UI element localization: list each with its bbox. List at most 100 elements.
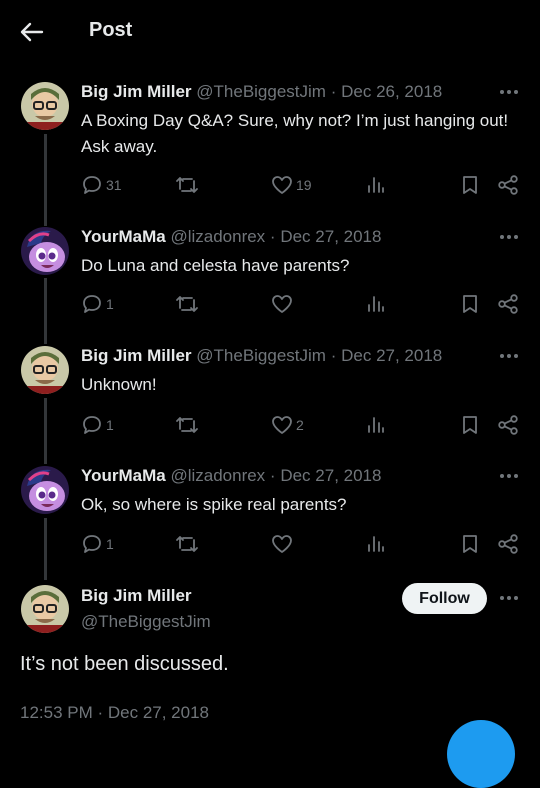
reply-icon	[83, 295, 101, 313]
like-button[interactable]: 2	[271, 413, 304, 437]
main-post-handle[interactable]: @TheBiggestJim	[81, 612, 211, 632]
avatar[interactable]	[21, 82, 69, 130]
reply-icon	[83, 416, 101, 434]
views-button[interactable]	[366, 173, 386, 197]
main-post-text: It’s not been discussed.	[20, 653, 229, 675]
repost-icon	[176, 296, 198, 312]
more-options-icon[interactable]	[498, 594, 520, 602]
reply-button[interactable]: 1	[81, 292, 114, 316]
tweet-actions: 1	[0, 532, 540, 556]
avatar[interactable]	[21, 585, 69, 633]
more-options-icon[interactable]	[498, 233, 520, 241]
bookmark-button[interactable]	[461, 532, 479, 556]
avatar[interactable]	[21, 227, 69, 275]
bookmark-icon	[463, 416, 477, 434]
separator-dot: ·	[269, 466, 276, 485]
main-post-display-name[interactable]: Big Jim Miller	[81, 586, 192, 606]
avatar[interactable]	[21, 346, 69, 394]
views-button[interactable]	[366, 532, 386, 556]
tweet-date[interactable]: Dec 27, 2018	[280, 466, 381, 485]
more-options-icon[interactable]	[498, 352, 520, 360]
views-chart-icon	[368, 296, 384, 312]
tweet-header: Big Jim Miller @TheBiggestJim · Dec 26, …	[81, 82, 442, 102]
reply-icon	[83, 176, 101, 194]
bookmark-icon	[463, 295, 477, 313]
bookmark-button[interactable]	[461, 413, 479, 437]
separator-dot: ·	[330, 346, 337, 365]
heart-icon	[272, 535, 292, 553]
compose-fab-button[interactable]	[447, 720, 515, 788]
views-button[interactable]	[366, 413, 386, 437]
more-options-icon[interactable]	[498, 472, 520, 480]
share-icon	[498, 175, 518, 195]
reply-button[interactable]: 31	[81, 173, 122, 197]
page-title: Post	[89, 19, 133, 41]
views-button[interactable]	[366, 292, 386, 316]
repost-icon	[176, 536, 198, 552]
reply-count: 1	[106, 296, 114, 312]
heart-icon	[272, 295, 292, 313]
avatar[interactable]	[21, 466, 69, 514]
repost-button[interactable]	[175, 532, 199, 556]
display-name[interactable]: YourMaMa	[81, 466, 166, 485]
top-bar: Post	[0, 0, 540, 62]
user-handle[interactable]: @lizadonrex	[170, 466, 265, 485]
purple-pony-avatar-icon	[21, 227, 69, 275]
user-handle[interactable]: @TheBiggestJim	[196, 346, 326, 365]
repost-icon	[176, 417, 198, 433]
reply-count: 31	[106, 177, 122, 193]
tweet-text: Do Luna and celesta have parents?	[81, 256, 350, 275]
cartoon-man-avatar-icon	[21, 82, 69, 130]
tweet-text: Unknown!	[81, 375, 157, 394]
reply-count: 1	[106, 536, 114, 552]
display-name[interactable]: YourMaMa	[81, 227, 166, 246]
repost-button[interactable]	[175, 413, 199, 437]
reply-button[interactable]: 1	[81, 413, 114, 437]
user-handle[interactable]: @lizadonrex	[170, 227, 265, 246]
display-name[interactable]: Big Jim Miller	[81, 82, 192, 101]
follow-button[interactable]: Follow	[402, 583, 487, 614]
bookmark-icon	[463, 176, 477, 194]
back-arrow-icon[interactable]	[18, 18, 46, 46]
share-button[interactable]	[497, 413, 519, 437]
repost-button[interactable]	[175, 292, 199, 316]
user-handle[interactable]: @TheBiggestJim	[196, 82, 326, 101]
tweet-header: YourMaMa @lizadonrex · Dec 27, 2018	[81, 466, 381, 486]
like-button[interactable]: 19	[271, 173, 312, 197]
share-button[interactable]	[497, 532, 519, 556]
bookmark-button[interactable]	[461, 173, 479, 197]
tweet-text: Ok, so where is spike real parents?	[81, 495, 347, 514]
bookmark-icon	[463, 535, 477, 553]
like-button[interactable]	[271, 292, 293, 316]
share-button[interactable]	[497, 292, 519, 316]
views-chart-icon	[368, 417, 384, 433]
tweet-header: Big Jim Miller @TheBiggestJim · Dec 27, …	[81, 346, 442, 366]
share-button[interactable]	[497, 173, 519, 197]
purple-pony-avatar-icon	[21, 466, 69, 514]
display-name[interactable]: Big Jim Miller	[81, 346, 192, 365]
tweet-actions: 31 19	[0, 173, 540, 197]
cartoon-man-avatar-icon	[21, 346, 69, 394]
share-icon	[498, 534, 518, 554]
main-post-timestamp[interactable]: 12:53 PM · Dec 27, 2018	[20, 703, 209, 723]
separator-dot: ·	[330, 82, 337, 101]
repost-icon	[176, 177, 198, 193]
like-button[interactable]	[271, 532, 293, 556]
like-count: 2	[296, 417, 304, 433]
reply-count: 1	[106, 417, 114, 433]
repost-button[interactable]	[175, 173, 199, 197]
tweet-date[interactable]: Dec 27, 2018	[341, 346, 442, 365]
tweet-actions: 1 2	[0, 413, 540, 437]
views-chart-icon	[368, 536, 384, 552]
share-icon	[498, 415, 518, 435]
bookmark-button[interactable]	[461, 292, 479, 316]
share-icon	[498, 294, 518, 314]
like-count: 19	[296, 177, 312, 193]
tweet-date[interactable]: Dec 26, 2018	[341, 82, 442, 101]
tweet-text: A Boxing Day Q&A? Sure, why not? I’m jus…	[81, 111, 509, 156]
more-options-icon[interactable]	[498, 88, 520, 96]
tweet-actions: 1	[0, 292, 540, 316]
reply-button[interactable]: 1	[81, 532, 114, 556]
heart-icon	[272, 176, 292, 194]
tweet-date[interactable]: Dec 27, 2018	[280, 227, 381, 246]
